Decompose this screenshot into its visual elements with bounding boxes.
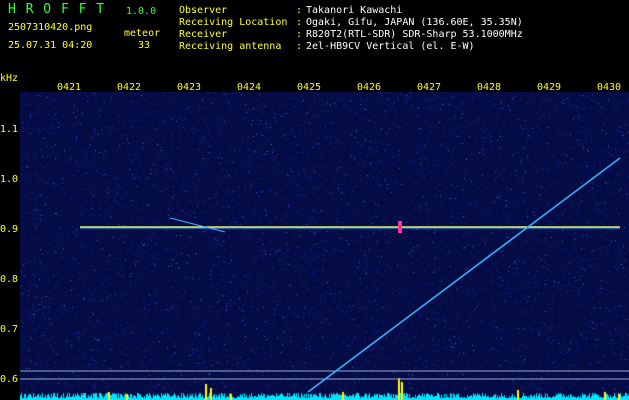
info-observer-sep: : [296,5,303,16]
x-tick-4: 0424 [237,82,262,93]
spectrogram-signals [20,157,629,393]
x-tick-5: 0425 [297,82,322,93]
x-tick-3: 0423 [177,82,202,93]
spectrogram [20,92,629,400]
x-tick-2: 0422 [117,82,142,93]
x-tick-8: 0428 [477,82,502,93]
info-receiver-sep: : [296,29,303,40]
drift-trace [307,157,621,393]
detection-label: meteor [124,28,161,39]
x-tick-7: 0427 [417,82,442,93]
info-receiver-value: R820T2(RTL-SDR) SDR-Sharp 53.1000MHz [306,29,523,40]
x-tick-10: 0430 [597,82,622,93]
info-location-key: Receiving Location [179,17,288,28]
info-location-value: Ogaki, Gifu, JAPAN (136.60E, 35.35N) [306,17,523,28]
y-axis-unit: kHz [0,73,19,84]
info-observer-value: Takanori Kawachi [306,5,403,16]
info-antenna-value: 2el-HB9CV Vertical (el. E-W) [306,41,475,52]
x-tick-1: 0421 [57,82,82,93]
info-receiver-key: Receiver [179,29,228,40]
app-version: 1.0.0 [126,6,157,17]
info-observer-key: Observer [179,5,228,16]
detection-count: 33 [138,40,151,51]
y-tick-5: 0.7 [0,324,19,335]
app-title: H R O F F T [8,2,106,17]
echo-trace [169,217,226,233]
info-antenna-key: Receiving antenna [179,41,282,52]
timestamp: 25.07.31 04:20 [8,40,93,51]
y-tick-2: 1.0 [0,174,19,185]
info-location-sep: : [296,17,303,28]
x-tick-6: 0426 [357,82,382,93]
file-name: 2507310420.png [8,22,93,33]
x-tick-9: 0429 [537,82,562,93]
y-tick-1: 1.1 [0,124,19,135]
info-antenna-sep: : [296,41,303,52]
y-tick-4: 0.8 [0,274,19,285]
hrofft-window: H R O F F T 1.0.0 2507310420.png meteor … [0,0,629,400]
carrier-marker [398,221,402,233]
y-tick-3: 0.9 [0,224,19,235]
y-tick-6: 0.6 [0,374,19,385]
